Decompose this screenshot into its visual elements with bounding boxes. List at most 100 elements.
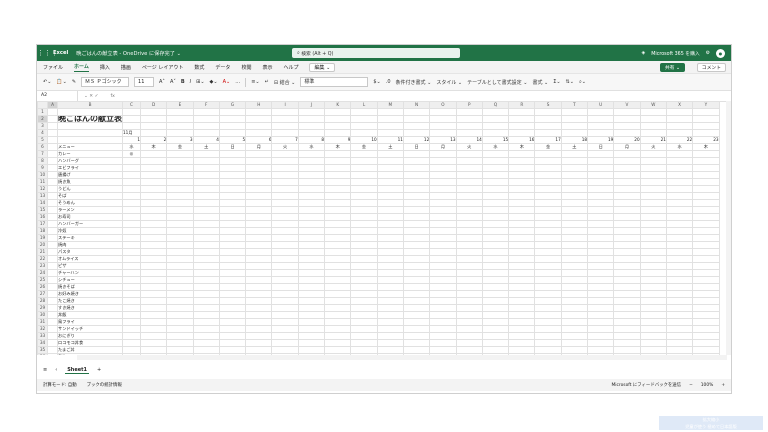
sheet-cell[interactable]	[613, 339, 641, 347]
sheet-cell[interactable]	[639, 248, 667, 256]
sheet-cell[interactable]	[139, 157, 168, 165]
sheet-cell[interactable]	[481, 129, 510, 137]
sheet-cell[interactable]	[560, 304, 589, 312]
menu-tab-2[interactable]: 挿入	[100, 64, 110, 71]
sheet-cell[interactable]	[455, 248, 483, 256]
column-header[interactable]: E	[166, 101, 194, 109]
row-header[interactable]: 7	[37, 150, 48, 158]
sheet-cell[interactable]	[692, 346, 720, 354]
sheet-cell[interactable]	[271, 199, 299, 207]
more-icon[interactable]: …	[235, 79, 240, 85]
sheet-cell[interactable]	[192, 311, 220, 319]
column-header[interactable]: Y	[692, 101, 720, 109]
sheet-cell[interactable]	[376, 178, 404, 186]
sheet-cell[interactable]	[350, 150, 378, 158]
sheet-cell[interactable]	[192, 108, 220, 116]
sheet-cell[interactable]	[376, 318, 404, 326]
sheet-cell[interactable]	[639, 178, 667, 186]
sheet-cell[interactable]	[508, 206, 536, 214]
row-header[interactable]: 30	[37, 311, 48, 319]
sheet-cell[interactable]	[271, 150, 299, 158]
sheet-cell[interactable]	[376, 192, 404, 200]
sheet-cell[interactable]	[665, 297, 694, 305]
sheet-cell[interactable]	[376, 255, 404, 263]
sheet-cell[interactable]	[245, 150, 273, 158]
sheet-cell[interactable]	[139, 234, 168, 242]
sheet-cell[interactable]	[639, 276, 667, 284]
day-number[interactable]: 10	[350, 136, 378, 144]
sheet-cell[interactable]	[139, 171, 168, 179]
sheet-cell[interactable]	[587, 332, 615, 340]
sheet-cell[interactable]	[429, 206, 457, 214]
sheet-cell[interactable]	[324, 185, 352, 193]
sheet-cell[interactable]	[192, 262, 220, 270]
row-header[interactable]: 10	[37, 171, 48, 179]
column-header[interactable]: P	[455, 101, 483, 109]
sheet-cell[interactable]	[271, 304, 299, 312]
sheet-cell[interactable]	[245, 199, 273, 207]
sheet-cell[interactable]	[47, 171, 58, 179]
sheet-cell[interactable]	[218, 255, 247, 263]
sheet-cell[interactable]	[324, 129, 352, 137]
row-header[interactable]: 21	[37, 248, 48, 256]
sheet-cell[interactable]	[639, 241, 667, 249]
sheet-cell[interactable]	[560, 311, 589, 319]
sheet-cell[interactable]	[665, 157, 694, 165]
sheet-cell[interactable]	[639, 213, 667, 221]
menu-item[interactable]: ステーキ	[57, 234, 123, 242]
sheet-cell[interactable]	[47, 346, 58, 354]
menu-tab-1[interactable]: ホーム	[74, 63, 89, 72]
sheet-cell[interactable]	[192, 157, 220, 165]
sheet-cell[interactable]	[139, 164, 168, 172]
sheet-cell[interactable]	[271, 115, 299, 123]
sheet-cell[interactable]	[297, 241, 326, 249]
sheet-cell[interactable]	[192, 241, 220, 249]
sheet-cell[interactable]	[587, 185, 615, 193]
sheet-cell[interactable]	[376, 234, 404, 242]
sheet-cell[interactable]	[218, 276, 247, 284]
sheet-cell[interactable]	[402, 269, 431, 277]
sheet-cell[interactable]	[402, 129, 431, 137]
font-color-icon[interactable]: A⌄	[223, 79, 231, 85]
sheet-cell[interactable]	[429, 178, 457, 186]
weekday[interactable]: 火	[455, 143, 483, 151]
sheet-cell[interactable]	[218, 213, 247, 221]
sheet-cell[interactable]	[271, 164, 299, 172]
sheet-cell[interactable]	[245, 122, 273, 130]
column-header[interactable]: L	[350, 101, 378, 109]
menu-item[interactable]: 丼飯	[57, 311, 123, 319]
sheet-cell[interactable]	[324, 157, 352, 165]
day-number[interactable]: 5	[218, 136, 247, 144]
sheet-cell[interactable]	[560, 108, 589, 116]
sheet-cell[interactable]	[47, 227, 58, 235]
sheet-cell[interactable]	[455, 150, 483, 158]
sheet-cell[interactable]	[402, 262, 431, 270]
sheet-cell[interactable]	[534, 262, 562, 270]
sheet-cell[interactable]	[481, 227, 510, 235]
sheet-cell[interactable]	[429, 115, 457, 123]
sheet-cell[interactable]	[534, 346, 562, 354]
row-header[interactable]: 34	[37, 339, 48, 347]
sheet-cell[interactable]	[297, 206, 326, 214]
sheet-cell[interactable]	[376, 339, 404, 347]
sheet-cell[interactable]	[692, 220, 720, 228]
sheet-cell[interactable]	[665, 178, 694, 186]
sheet-cell[interactable]	[324, 115, 352, 123]
sheet-cell[interactable]	[639, 304, 667, 312]
sheet-cell[interactable]	[665, 283, 694, 291]
sheet-cell[interactable]	[508, 115, 536, 123]
column-header[interactable]: D	[139, 101, 168, 109]
sheet-cell[interactable]	[508, 318, 536, 326]
sheet-cell[interactable]	[297, 290, 326, 298]
sheet-cell[interactable]	[192, 150, 220, 158]
sheet-cell[interactable]	[534, 276, 562, 284]
format-painter-icon[interactable]: ✎	[72, 79, 76, 85]
font-name-select[interactable]: ＭＳ Ｐゴシック	[81, 77, 130, 87]
sheet-cell[interactable]	[350, 192, 378, 200]
sheet-cell[interactable]	[166, 262, 194, 270]
sheet-cell[interactable]	[324, 199, 352, 207]
row-header[interactable]: 16	[37, 213, 48, 221]
sheet-cell[interactable]	[455, 171, 483, 179]
number-format-select[interactable]: 標準	[300, 77, 369, 87]
sum-icon[interactable]: Σ⌄	[553, 79, 560, 85]
